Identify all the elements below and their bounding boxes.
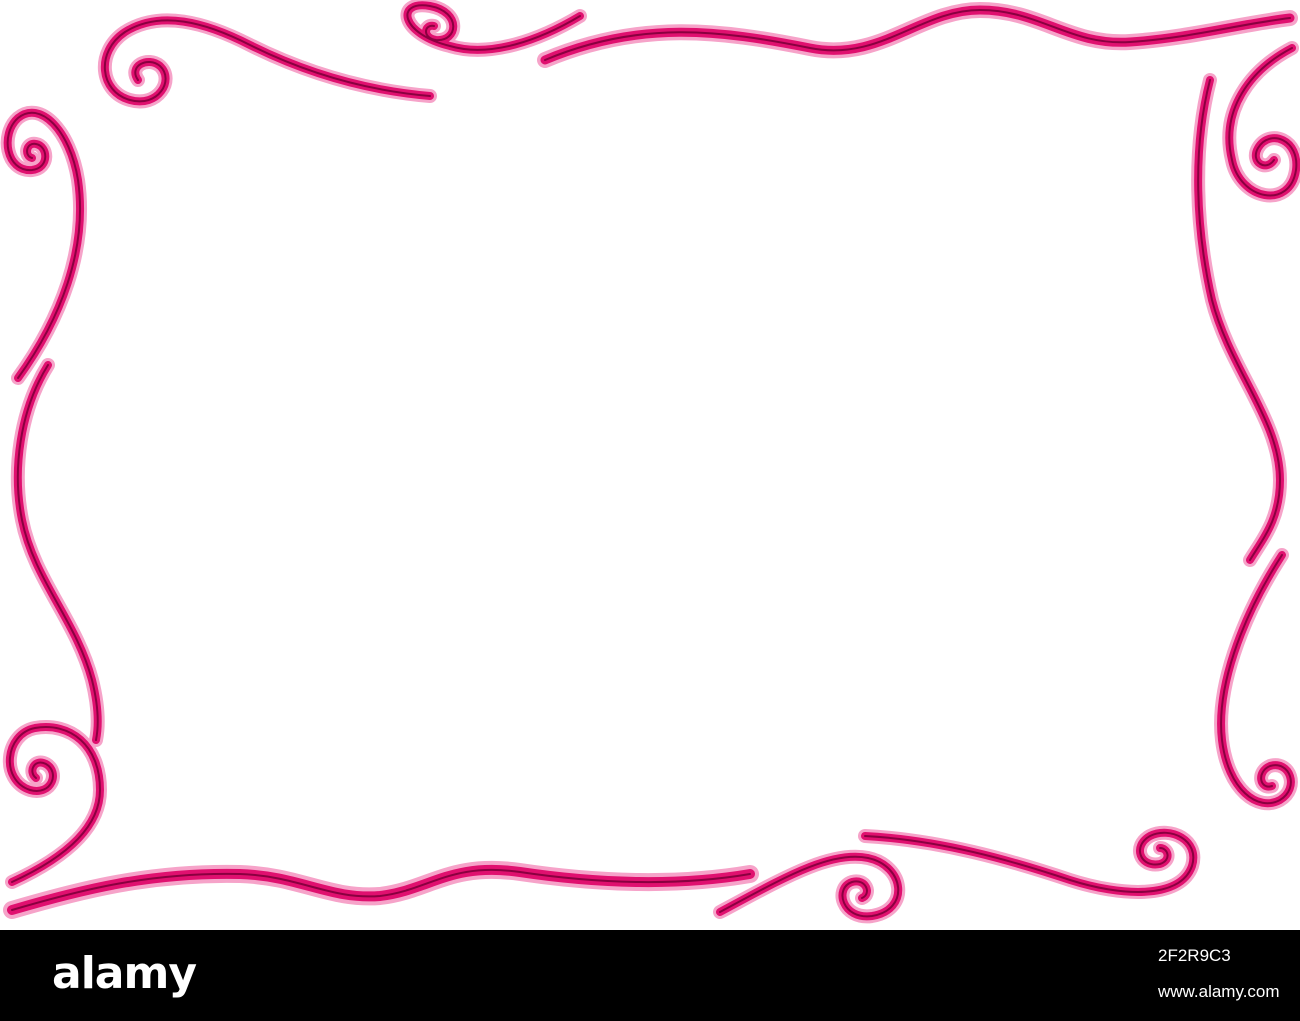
top-center-curl — [400, 0, 587, 57]
swirl-frame-illustration — [0, 0, 1300, 924]
top-left-side-swirl — [0, 105, 88, 385]
alamy-logo: alamy — [52, 948, 197, 999]
right-wave — [1191, 73, 1287, 567]
bottom-wave — [3, 860, 759, 919]
bottom-right-swirl — [1214, 548, 1298, 811]
image-url-label: www.alamy.com — [1158, 982, 1280, 1001]
bottom-right-curl — [858, 825, 1201, 899]
watermark-footer: alamy 2F2R9C3 www.alamy.com — [0, 930, 1300, 1021]
left-wave — [10, 358, 105, 747]
top-wave — [537, 2, 1298, 68]
top-right-swirl — [1222, 41, 1300, 203]
top-left-swirl — [97, 13, 437, 109]
bottom-left-swirl — [2, 720, 107, 889]
image-id-label: 2F2R9C3 — [1158, 946, 1231, 965]
stock-image-page: alamy 2F2R9C3 www.alamy.com — [0, 0, 1300, 1021]
